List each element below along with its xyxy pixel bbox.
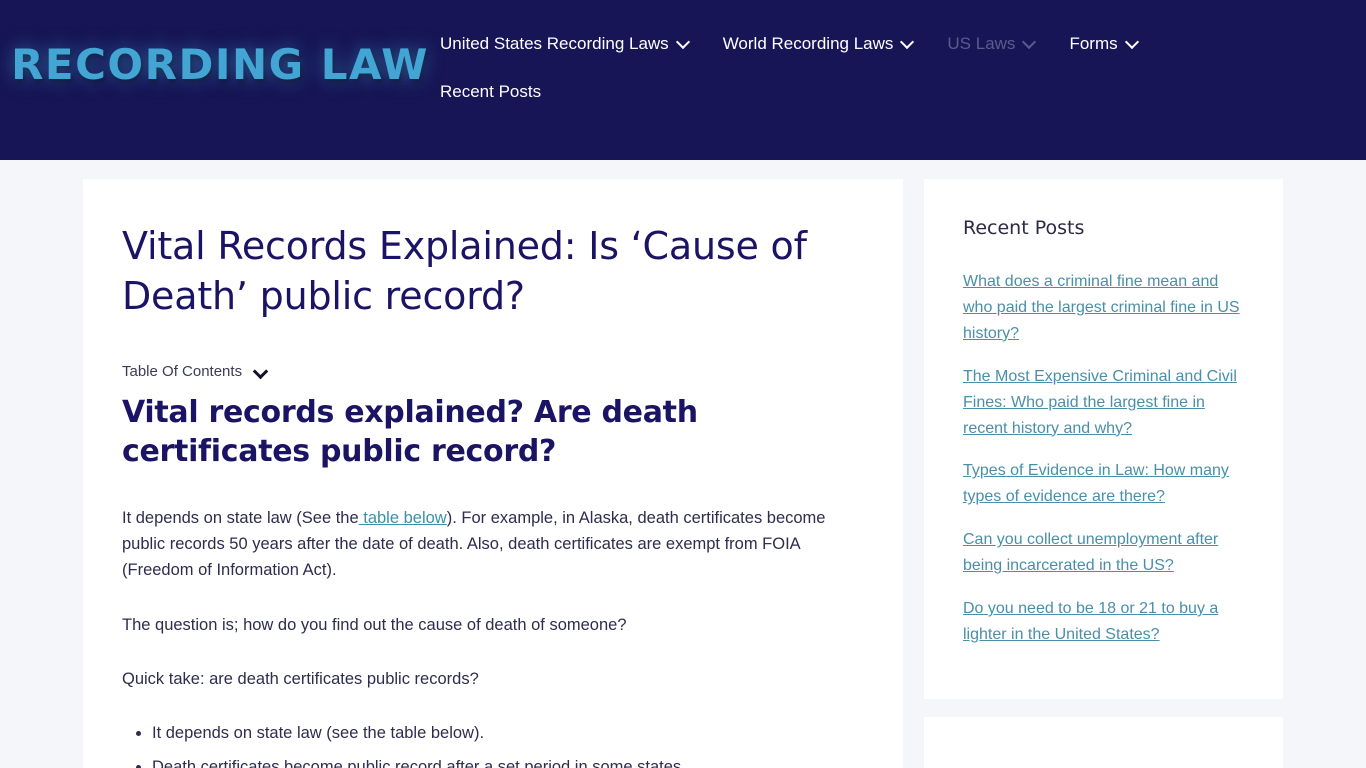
recent-post-link[interactable]: Do you need to be 18 or 21 to buy a ligh… [963, 600, 1218, 643]
recent-posts-list: What does a criminal fine mean and who p… [963, 269, 1244, 648]
list-item: Do you need to be 18 or 21 to buy a ligh… [963, 596, 1244, 648]
section-heading: Vital records explained? Are death certi… [122, 395, 698, 470]
recent-post-link[interactable]: What does a criminal fine mean and who p… [963, 273, 1240, 342]
list-item: Death certificates become public record … [152, 754, 864, 768]
paragraph-intro: It depends on state law (See the table b… [122, 505, 864, 583]
chevron-down-icon[interactable] [902, 37, 913, 48]
recent-post-link[interactable]: Types of Evidence in Law: How many types… [963, 462, 1229, 505]
nav-item-united-states-recording-laws[interactable]: United States Recording Laws [440, 34, 723, 54]
recent-posts-widget: Recent Posts What does a criminal fine m… [924, 179, 1283, 699]
world-recording-laws-widget: World Recording Laws [924, 716, 1283, 768]
table-of-contents-toggle[interactable]: Table Of Contents [122, 363, 267, 380]
nav-item-label: Recent Posts [440, 82, 542, 101]
list-item: The Most Expensive Criminal and Civil Fi… [963, 364, 1244, 442]
site-logo-text: RECORDING LAW [11, 40, 429, 89]
nav-list: United States Recording Laws World Recor… [440, 34, 1250, 130]
quick-take-list: It depends on state law (see the table b… [152, 720, 864, 768]
article-card: Vital Records Explained: Is ‘Cause of De… [83, 179, 903, 768]
table-below-link[interactable]: table below [359, 509, 446, 527]
nav-item-label: United States Recording Laws [440, 34, 669, 53]
list-item: It depends on state law (see the table b… [152, 720, 864, 747]
list-item: Types of Evidence in Law: How many types… [963, 458, 1244, 510]
chevron-down-icon[interactable] [1127, 37, 1138, 48]
site-header: RECORDING LAW United States Recording La… [0, 0, 1366, 160]
nav-item-label: Forms [1069, 34, 1118, 53]
recent-post-link[interactable]: The Most Expensive Criminal and Civil Fi… [963, 368, 1237, 437]
nav-item-label: US Laws [947, 34, 1016, 53]
list-item: What does a criminal fine mean and who p… [963, 269, 1244, 347]
nav-row-secondary: Recent Posts [440, 82, 1250, 130]
nav-item-world-recording-laws[interactable]: World Recording Laws [723, 34, 948, 54]
primary-navigation: United States Recording Laws World Recor… [440, 0, 1366, 130]
sidebar: Recent Posts What does a criminal fine m… [924, 179, 1283, 768]
nav-item-label: World Recording Laws [722, 34, 894, 53]
chevron-down-icon[interactable] [255, 366, 267, 378]
table-of-contents-label: Table Of Contents [122, 363, 243, 381]
page-title: Vital Records Explained: Is ‘Cause of De… [122, 224, 807, 319]
chevron-down-icon[interactable] [1024, 37, 1035, 48]
paragraph-question: The question is; how do you find out the… [122, 615, 627, 634]
recent-post-link[interactable]: Can you collect unemployment after being… [963, 531, 1218, 574]
paragraph-intro-part1: It depends on state law (See the [122, 509, 359, 528]
page-body: Vital Records Explained: Is ‘Cause of De… [0, 160, 1366, 768]
world-recording-laws-title: World Recording Laws [963, 755, 1244, 768]
recent-posts-title: Recent Posts [963, 217, 1085, 239]
paragraph-quick-take: Quick take: are death certificates publi… [122, 669, 479, 688]
site-logo[interactable]: RECORDING LAW [0, 0, 440, 89]
list-item: Can you collect unemployment after being… [963, 527, 1244, 579]
chevron-down-icon[interactable] [678, 37, 689, 48]
nav-item-us-laws[interactable]: US Laws [947, 34, 1069, 54]
nav-item-forms[interactable]: Forms [1069, 34, 1171, 54]
nav-item-recent-posts[interactable]: Recent Posts [440, 82, 1250, 102]
